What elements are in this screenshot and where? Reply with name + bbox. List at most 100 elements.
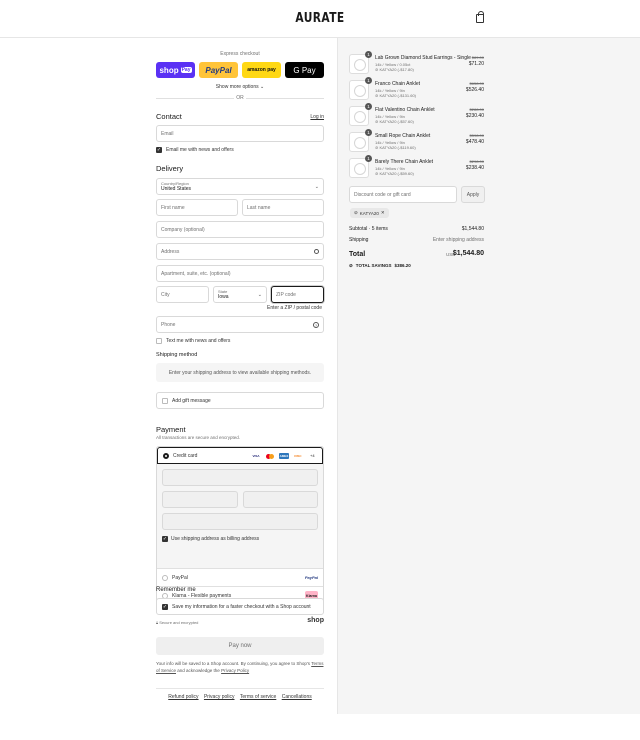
card-details-area: ✓ Use shipping address as billing addres… [157,464,323,568]
zip-code-field[interactable]: ZIP code [271,286,324,303]
terms-of-service-footer-link[interactable]: Terms of service [240,694,276,700]
last-name-field[interactable]: Last name [242,199,324,216]
quantity-badge: 1 [365,155,372,162]
google-pay-button[interactable]: G Pay [285,62,324,78]
paypal-radio[interactable] [162,575,168,581]
shop-pay-badge: Pay [180,67,192,73]
product-image [354,59,366,71]
item-discount: ⊘ KATYA20 (-$57.60) [375,119,414,124]
pay-now-button[interactable]: Pay now [156,637,324,655]
remove-discount-icon[interactable]: ✕ [381,210,385,216]
secure-encrypted-label: 🔒︎ Secure and encrypted [156,620,198,625]
gift-message-checkbox[interactable] [162,398,168,404]
product-image [354,85,366,97]
applied-discount-code: KATYA20 [359,210,379,216]
billing-address-checkbox[interactable]: ✓ [162,536,168,542]
help-icon[interactable]: ? [313,322,319,328]
legal-text-start: Your info will be saved to a Shop accoun… [156,661,311,666]
save-info-checkbox[interactable]: ✓ [162,604,168,610]
item-price: $478.40 [465,139,484,145]
tag-icon: ⊘ [354,210,358,215]
delivery-title: Delivery [156,164,184,173]
show-more-options-link[interactable]: Show more options ⌄ [156,84,324,90]
total-value: $1,544.80 [452,250,484,257]
email-news-label: Email me with news and offers [166,147,234,153]
aurate-logo[interactable]: AURATE [58,11,583,26]
subtotal-value: $1,544.80 [461,226,484,232]
total-savings-label: TOTAL SAVINGS [355,263,392,268]
shopping-bag-icon[interactable] [476,11,484,23]
apply-button[interactable]: Apply [461,186,485,203]
payment-methods-box: Credit card VISA AMEX DISC +4 ✓ Use ship… [156,446,324,604]
privacy-policy-footer-link[interactable]: Privacy policy [204,694,235,700]
item-discount-text: KATYA20 (-$17.80) [379,67,414,72]
first-name-field[interactable]: First name [156,199,238,216]
text-news-checkbox[interactable] [156,338,162,344]
credit-card-option[interactable]: Credit card VISA AMEX DISC +4 [157,447,323,464]
shipping-method-title: Shipping method [156,352,198,358]
item-discount-text: KATYA20 (-$57.60) [379,119,414,124]
mastercard-icon [265,453,275,459]
item-discount: ⊘ KATYA20 (-$119.60) [375,145,416,150]
email-news-checkbox[interactable]: ✓ [156,147,162,153]
shop-pay-label: shop [159,65,179,75]
paypal-express-button[interactable]: PayPal [199,62,238,78]
total-label: Total [349,251,366,258]
subtotal-label: Subtotal · 5 items [349,226,388,232]
payment-title: Payment [156,425,186,434]
security-code-field[interactable] [243,491,318,508]
paypal-option[interactable]: PayPal PayPal [157,568,323,586]
paypal-logo: PayPal [304,575,318,580]
gift-message-option[interactable]: Add gift message [156,392,324,409]
item-original-price: $298.00 [469,159,484,164]
save-info-option[interactable]: ✓ Save my information for a faster check… [156,598,324,615]
item-name: Franco Chain Anklet [375,81,421,87]
name-on-card-field[interactable] [162,513,318,530]
item-discount-text: KATYA20 (-$119.60) [379,145,416,150]
product-image [354,163,366,175]
privacy-policy-link[interactable]: Privacy Policy [221,668,249,673]
refund-policy-link[interactable]: Refund policy [168,694,198,700]
item-original-price: $89.00 [471,55,484,60]
shop-logo: shop [307,617,324,624]
cancellations-link[interactable]: Cancellations [282,694,312,700]
quantity-badge: 1 [365,77,372,84]
product-image [354,111,366,123]
login-link[interactable]: Log in [310,114,324,120]
gift-message-label: Add gift message [172,398,211,404]
email-field[interactable]: Email [156,125,324,142]
amazon-pay-button[interactable]: amazon pay [242,62,281,78]
phone-field[interactable]: Phone ? [156,316,324,333]
item-original-price: $658.00 [469,81,484,86]
order-item: 1 Flat Valentino Chain Anklet 14k / Yell… [349,103,484,128]
order-item: 1 Franco Chain Anklet 14k / Yellow / 9in… [349,77,484,102]
company-field[interactable]: Company (optional) [156,221,324,238]
total-savings-value: $386.20 [394,263,411,268]
or-label: OR [234,95,246,101]
address-field[interactable]: Address [156,243,324,260]
legal-text-middle: and acknowledge the [177,668,220,673]
item-discount-text: KATYA20 (-$59.60) [379,171,414,176]
state-select[interactable]: State Iowa ⌄ [213,286,267,303]
discount-code-field[interactable]: Discount code or gift card [349,186,457,203]
applied-discount-chip: ⊘ KATYA20 ✕ [350,208,389,218]
text-news-label: Text me with news and offers [166,338,231,344]
more-cards-label: +4 [310,453,315,458]
expiration-date-field[interactable] [162,491,238,508]
city-field[interactable]: City [156,286,209,303]
item-original-price: $598.00 [469,133,484,138]
item-original-price: $288.00 [469,107,484,112]
legal-text: Your info will be saved to a Shop accoun… [156,660,324,674]
apartment-field[interactable]: Apartment, suite, etc. (optional) [156,265,324,282]
item-name: Flat Valentino Chain Anklet [375,107,435,113]
item-price: $230.40 [465,113,484,119]
chevron-down-icon: ⌄ [314,184,319,190]
country-select[interactable]: Country/Region United States ⌄ [156,178,324,195]
shop-pay-button[interactable]: shop Pay [156,62,195,78]
item-name: Barely There Chain Anklet [375,159,433,165]
item-price: $71.20 [468,61,484,67]
card-number-field[interactable] [162,469,318,486]
remember-me-title: Remember me [156,587,196,593]
credit-card-radio[interactable] [163,453,169,459]
secure-encrypted-text: Secure and encrypted [159,620,199,625]
